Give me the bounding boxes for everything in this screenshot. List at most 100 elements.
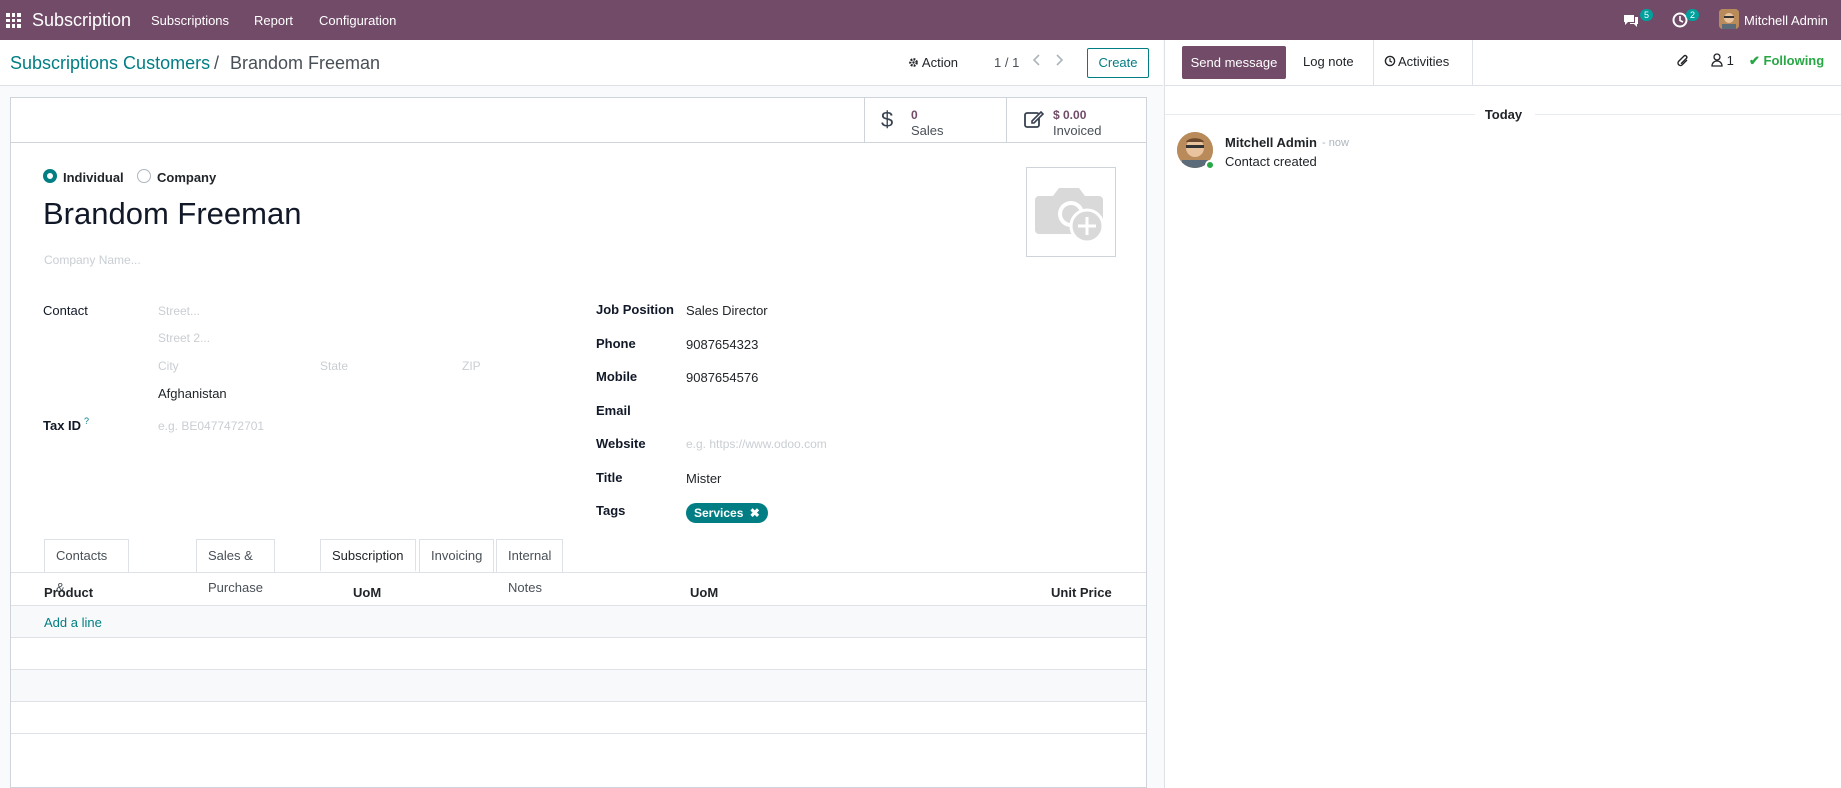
action-label: Action	[921, 55, 959, 70]
table-bottom-border	[11, 733, 1146, 734]
invoiced-value: $ 0.00	[1053, 108, 1087, 122]
street2-input[interactable]: Street 2...	[158, 331, 210, 345]
add-line-link[interactable]: Add a line	[44, 615, 102, 630]
phone-input[interactable]: 9087654323	[686, 337, 758, 352]
followers-button[interactable]: 1	[1711, 53, 1734, 70]
table-row	[11, 701, 1146, 733]
image-upload[interactable]	[1026, 167, 1116, 257]
sales-value: 0	[911, 108, 918, 122]
invoiced-stat-button[interactable]: $ 0.00 Invoiced	[1006, 98, 1148, 143]
breadcrumb-parent[interactable]: Subscriptions Customers	[10, 53, 210, 74]
job-position-input[interactable]: Sales Director	[686, 303, 768, 318]
mobile-label: Mobile	[596, 369, 638, 384]
title-label: Title	[596, 470, 623, 485]
company-name-input[interactable]: Company Name...	[44, 253, 141, 267]
street-input[interactable]: Street...	[158, 304, 200, 318]
dollar-icon: $	[881, 107, 894, 132]
radio-individual[interactable]	[43, 169, 57, 183]
tab-internal-notes[interactable]: Internal Notes	[496, 539, 564, 595]
table-row	[11, 669, 1146, 701]
online-status-icon	[1205, 160, 1215, 170]
message-body: Contact created	[1225, 154, 1317, 169]
top-navbar: Subscription Subscriptions Report Config…	[0, 0, 1841, 40]
followers-count: 1	[1726, 53, 1734, 68]
pager-value[interactable]: 1 / 1	[994, 55, 1019, 70]
radio-company-label[interactable]: Company	[157, 170, 216, 185]
user-name[interactable]: Mitchell Admin	[1744, 13, 1828, 28]
breadcrumb-separator: /	[214, 53, 220, 73]
message-time: - now	[1322, 137, 1349, 149]
mobile-input[interactable]: 9087654576	[686, 370, 758, 385]
taxid-label: Tax ID	[43, 418, 82, 433]
menu-configuration[interactable]: Configuration	[319, 13, 396, 28]
messages-badge: 5	[1640, 9, 1654, 21]
sales-label: Sales	[911, 123, 944, 138]
taxid-help-icon[interactable]: ?	[84, 416, 89, 426]
sales-stat-button[interactable]: $ 0 Sales	[864, 98, 1006, 143]
invoiced-label: Invoiced	[1053, 123, 1102, 138]
phone-label: Phone	[596, 336, 636, 351]
table-row[interactable]	[11, 605, 1146, 637]
camera-plus-icon	[1035, 188, 1105, 244]
pager-prev-icon[interactable]	[1032, 53, 1042, 70]
taxid-input[interactable]: e.g. BE0477472701	[158, 419, 264, 433]
form-sheet: $ 0 Sales $ 0.00 Invoiced Individual Com…	[10, 97, 1147, 788]
state-input[interactable]: State	[320, 359, 348, 373]
attachment-icon[interactable]	[1676, 53, 1690, 72]
chatter-divider	[1165, 85, 1841, 86]
tag-remove-icon[interactable]: ✖	[750, 506, 760, 520]
column-header-uom-2[interactable]: UoM	[690, 585, 718, 600]
apps-menu-icon[interactable]	[6, 13, 21, 28]
partner-name-input[interactable]: Brandom Freeman	[43, 196, 301, 232]
tag-badge[interactable]: Services ✖	[686, 503, 768, 523]
column-header-uom[interactable]: UoM	[353, 585, 381, 600]
user-icon	[1711, 53, 1723, 67]
clock-icon	[1384, 55, 1396, 70]
radio-individual-label[interactable]: Individual	[63, 170, 124, 185]
column-header-unit-price[interactable]: Unit Price	[1051, 585, 1112, 600]
tab-sales-purchase[interactable]: Sales & Purchase	[196, 539, 275, 595]
messages-icon[interactable]	[1622, 11, 1640, 29]
user-avatar[interactable]	[1719, 9, 1739, 29]
action-button[interactable]: Action	[908, 55, 958, 70]
city-input[interactable]: City	[158, 359, 179, 373]
following-button[interactable]: ✔ Following	[1749, 53, 1824, 69]
tab-contacts-addresses[interactable]: Contacts & Addresses	[44, 539, 130, 627]
menu-subscriptions[interactable]: Subscriptions	[151, 13, 229, 28]
control-panel: Subscriptions Customers / Brandom Freema…	[0, 40, 1163, 86]
website-label: Website	[596, 436, 646, 451]
menu-report[interactable]: Report	[254, 13, 293, 28]
website-input[interactable]: e.g. https://www.odoo.com	[686, 437, 827, 451]
table-row	[11, 637, 1146, 669]
tab-subscription[interactable]: Subscription	[320, 539, 416, 572]
title-select[interactable]: Mister	[686, 471, 721, 486]
tab-invoicing[interactable]: Invoicing	[419, 539, 495, 572]
job-position-label: Job Position	[596, 302, 674, 317]
email-label: Email	[596, 403, 631, 418]
send-message-button[interactable]: Send message	[1182, 46, 1286, 79]
following-label: Following	[1763, 53, 1825, 68]
country-select[interactable]: Afghanistan	[158, 386, 227, 401]
log-note-button[interactable]: Log note	[1303, 54, 1354, 69]
tab-divider	[11, 572, 1146, 573]
date-separator: Today	[1484, 107, 1523, 122]
edit-icon	[1023, 108, 1045, 132]
contact-label: Contact	[43, 303, 88, 318]
column-header-product[interactable]: Product	[44, 585, 93, 600]
radio-company[interactable]	[137, 169, 151, 183]
tag-label: Services	[694, 506, 744, 520]
gear-icon	[909, 58, 918, 67]
breadcrumb-current: Brandom Freeman	[230, 53, 381, 73]
activities-label: Activities	[1398, 54, 1450, 69]
create-button[interactable]: Create	[1087, 48, 1149, 78]
message-author[interactable]: Mitchell Admin	[1225, 135, 1317, 150]
zip-input[interactable]: ZIP	[462, 359, 481, 373]
check-icon: ✔	[1749, 53, 1760, 68]
activities-button[interactable]: Activities	[1373, 40, 1473, 85]
app-brand[interactable]: Subscription	[32, 10, 131, 31]
tags-label: Tags	[596, 503, 626, 518]
chatter-panel: Send message Log note Activities 1 ✔ Fol…	[1164, 40, 1841, 788]
button-box: $ 0 Sales $ 0.00 Invoiced	[11, 98, 1146, 143]
email-input[interactable]	[686, 403, 986, 419]
pager-next-icon[interactable]	[1054, 53, 1064, 70]
